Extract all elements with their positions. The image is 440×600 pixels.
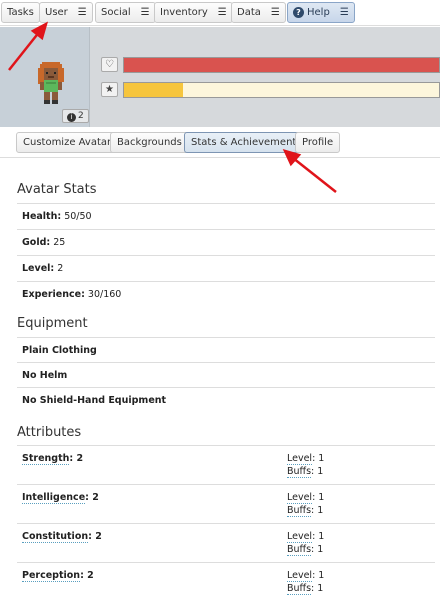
avatar: [38, 62, 64, 104]
stat-label: Gold:: [22, 237, 51, 248]
stat-value: 25: [50, 237, 66, 248]
question-icon: ?: [293, 7, 304, 18]
attribute-name[interactable]: Constitution: [22, 531, 89, 543]
experience-bar: [123, 82, 440, 98]
nav-social-label: Social: [101, 7, 131, 18]
equipment-row-shield[interactable]: No Shield-Hand Equipment: [17, 387, 435, 412]
health-bar-fill: [124, 58, 439, 72]
star-icon: ★: [101, 82, 118, 97]
nav-data-button[interactable]: Data ☰: [231, 2, 286, 23]
info-icon: i: [67, 113, 76, 122]
attribute-level: : 1: [312, 570, 325, 581]
experience-bar-fill: [124, 83, 184, 97]
header-bar: i2 ♡ ★: [0, 27, 440, 127]
level-label[interactable]: Level: [287, 531, 313, 543]
nav-data-label: Data: [237, 7, 261, 18]
avatar-panel[interactable]: i2: [0, 27, 90, 127]
attribute-buffs: : 1: [311, 583, 324, 594]
stat-label: Health:: [22, 211, 62, 222]
equipment-label: No Shield-Hand Equipment: [22, 395, 167, 406]
health-bar: [123, 57, 440, 73]
stat-label: Level:: [22, 263, 55, 274]
attribute-buffs: : 1: [311, 544, 324, 555]
level-badge-value: 2: [78, 111, 84, 121]
attribute-points: : 2: [88, 531, 102, 542]
attribute-level: : 1: [312, 531, 325, 542]
top-nav: Tasks User ☰ Social ☰ Inventory ☰ Data ☰ ? He…: [0, 0, 440, 26]
attribute-level: : 1: [312, 453, 325, 464]
attribute-level: : 1: [312, 492, 325, 503]
nav-user-button[interactable]: User ☰: [39, 2, 93, 23]
nav-tasks-label: Tasks: [7, 7, 34, 18]
avatar-stats-title: Avatar Stats: [17, 182, 97, 197]
equipment-row-armor[interactable]: Plain Clothing: [17, 337, 435, 362]
equipment-label: Plain Clothing: [22, 345, 97, 356]
stat-row-gold: Gold: 25: [17, 229, 435, 255]
stat-value: 2: [54, 263, 64, 274]
attribute-row-perception: Perception: 2 Level: 1 Buffs: 1: [17, 562, 435, 600]
nav-inventory-button[interactable]: Inventory ☰: [154, 2, 233, 23]
buffs-label[interactable]: Buffs: [287, 544, 312, 556]
level-label[interactable]: Level: [287, 453, 313, 465]
attribute-buffs: : 1: [311, 466, 324, 477]
stat-value: 50/50: [61, 211, 92, 222]
stat-value: 30/160: [84, 289, 122, 300]
attribute-row-intelligence: Intelligence: 2 Level: 1 Buffs: 1: [17, 484, 435, 523]
attribute-name[interactable]: Strength: [22, 453, 70, 465]
attribute-buffs: : 1: [311, 505, 324, 516]
buffs-label[interactable]: Buffs: [287, 466, 312, 478]
tab-profile[interactable]: Profile: [295, 132, 341, 153]
level-badge: i2: [62, 109, 89, 123]
tab-stats-achievements[interactable]: Stats & Achievements: [184, 132, 309, 153]
attribute-points: : 2: [85, 492, 99, 503]
equipment-title: Equipment: [17, 316, 88, 331]
nav-tasks-button[interactable]: Tasks: [1, 2, 40, 23]
attributes-title: Attributes: [17, 425, 82, 440]
nav-user-label: User: [45, 7, 68, 18]
equipment-row-helm[interactable]: No Helm: [17, 362, 435, 387]
level-label[interactable]: Level: [287, 570, 313, 582]
stat-row-experience: Experience: 30/160: [17, 281, 435, 307]
attribute-points: : 2: [69, 453, 84, 464]
stat-row-health: Health: 50/50: [17, 203, 435, 229]
buffs-label[interactable]: Buffs: [287, 583, 312, 595]
equipment-label: No Helm: [22, 370, 68, 381]
nav-social-button[interactable]: Social ☰: [95, 2, 156, 23]
tab-backgrounds[interactable]: Backgrounds: [110, 132, 189, 153]
stat-label: Experience:: [22, 289, 85, 300]
stat-row-level: Level: 2: [17, 255, 435, 281]
nav-help-label: Help: [307, 7, 330, 18]
hamburger-icon: ☰: [270, 7, 280, 18]
tab-customize-avatar[interactable]: Customize Avatar: [16, 132, 119, 153]
hamburger-icon: ☰: [140, 7, 150, 18]
attribute-row-constitution: Constitution: 2 Level: 1 Buffs: 1: [17, 523, 435, 562]
attribute-name[interactable]: Perception: [22, 570, 81, 582]
hamburger-icon: ☰: [217, 7, 227, 18]
profile-tabs: Customize Avatar Backgrounds Stats & Ach…: [0, 127, 440, 158]
hamburger-icon: ☰: [339, 7, 349, 18]
hamburger-icon: ☰: [77, 7, 87, 18]
heart-icon: ♡: [101, 57, 118, 72]
nav-help-button[interactable]: ? Help ☰: [287, 2, 355, 23]
attribute-points: : 2: [80, 570, 94, 581]
attribute-row-strength: Strength: 2 Level: 1 Buffs: 1: [17, 445, 435, 484]
buffs-label[interactable]: Buffs: [287, 505, 312, 517]
attribute-name[interactable]: Intelligence: [22, 492, 86, 504]
nav-inventory-label: Inventory: [160, 7, 208, 18]
level-label[interactable]: Level: [287, 492, 313, 504]
